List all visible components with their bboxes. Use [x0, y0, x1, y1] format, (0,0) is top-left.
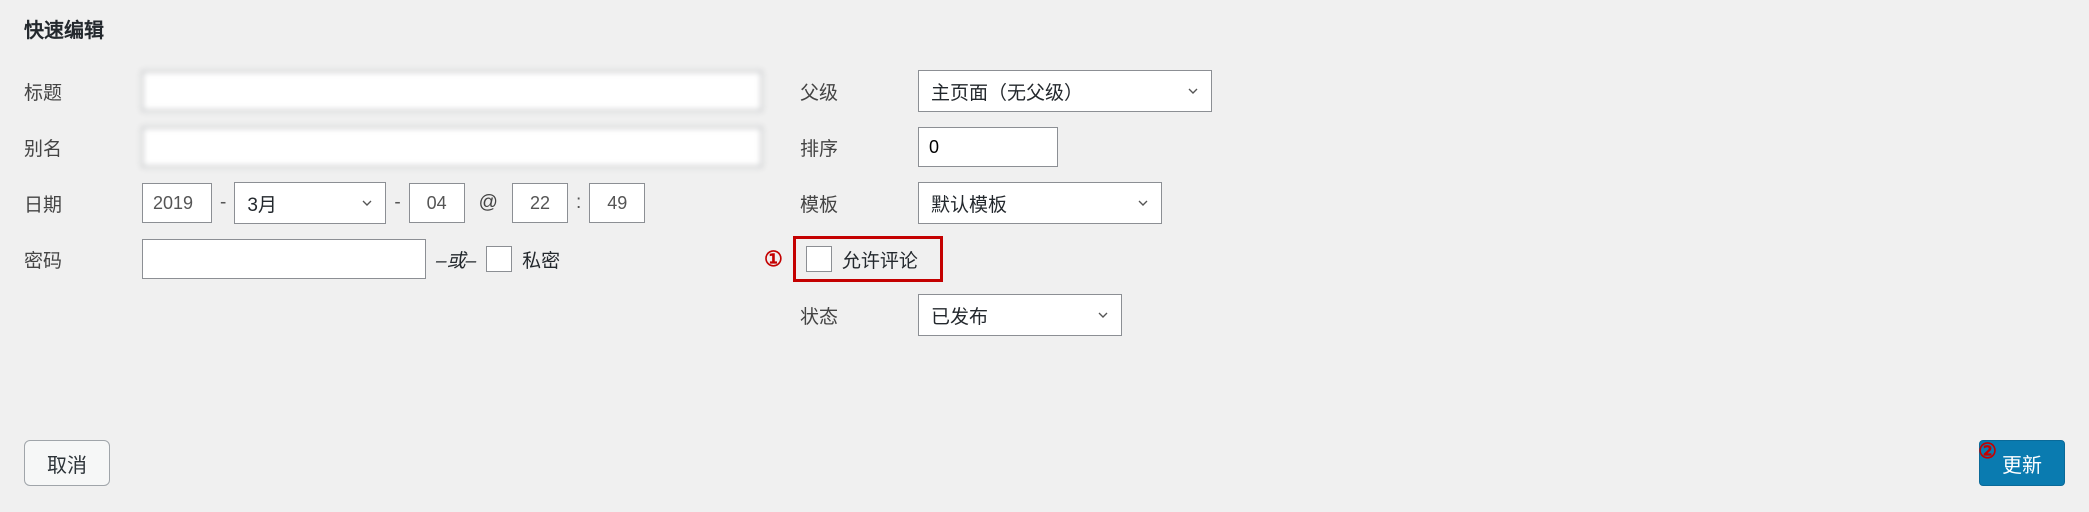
- row-template: 模板 默认模板: [800, 175, 1300, 231]
- cancel-button[interactable]: 取消: [24, 440, 110, 486]
- status-label: 状态: [800, 302, 918, 329]
- minute-input[interactable]: [589, 183, 645, 223]
- panel-heading: 快速编辑: [24, 14, 2065, 43]
- template-label: 模板: [800, 190, 918, 217]
- order-input[interactable]: [918, 127, 1058, 167]
- chevron-down-icon: [359, 195, 375, 211]
- status-value: 已发布: [931, 302, 988, 329]
- allow-comments-label: 允许评论: [842, 246, 918, 273]
- parent-select[interactable]: 主页面（无父级）: [918, 70, 1212, 112]
- at-symbol: @: [479, 192, 498, 214]
- password-label: 密码: [24, 246, 142, 273]
- month-value: 3月: [247, 190, 277, 217]
- private-checkbox[interactable]: [486, 246, 512, 272]
- colon: :: [576, 192, 581, 214]
- row-comments: ① 允许评论: [764, 231, 1300, 287]
- slug-input[interactable]: [142, 127, 762, 167]
- annotation-two: ②: [1978, 439, 1997, 464]
- chevron-down-icon: [1095, 307, 1111, 323]
- year-input[interactable]: [142, 183, 212, 223]
- left-column: 标题 别名 日期 - 3月 - @: [24, 63, 764, 343]
- title-label: 标题: [24, 78, 142, 105]
- dash-1: -: [220, 192, 226, 214]
- template-value: 默认模板: [931, 190, 1007, 217]
- form-columns: 标题 别名 日期 - 3月 - @: [24, 63, 2065, 343]
- chevron-down-icon: [1185, 83, 1201, 99]
- date-label: 日期: [24, 190, 142, 217]
- slug-label: 别名: [24, 134, 142, 161]
- day-input[interactable]: [409, 183, 465, 223]
- title-input[interactable]: [142, 71, 762, 111]
- row-slug: 别名: [24, 119, 764, 175]
- row-parent: 父级 主页面（无父级）: [800, 63, 1300, 119]
- footer: 取消 更新: [24, 440, 2065, 486]
- order-label: 排序: [800, 134, 918, 161]
- month-select[interactable]: 3月: [234, 182, 386, 224]
- highlight-box: 允许评论: [793, 236, 943, 282]
- annotation-one: ①: [764, 247, 783, 272]
- row-password: 密码 –或– 私密: [24, 231, 764, 287]
- row-date: 日期 - 3月 - @ :: [24, 175, 764, 231]
- row-order: 排序: [800, 119, 1300, 175]
- allow-comments-checkbox[interactable]: [806, 246, 832, 272]
- parent-label: 父级: [800, 78, 918, 105]
- parent-value: 主页面（无父级）: [931, 78, 1083, 105]
- row-title: 标题: [24, 63, 764, 119]
- row-status: 状态 已发布: [800, 287, 1300, 343]
- template-select[interactable]: 默认模板: [918, 182, 1162, 224]
- status-select[interactable]: 已发布: [918, 294, 1122, 336]
- private-label: 私密: [522, 246, 560, 273]
- password-input[interactable]: [142, 239, 426, 279]
- right-column: 父级 主页面（无父级） 排序 模板 默认模板: [800, 63, 1300, 343]
- dash-2: -: [394, 192, 400, 214]
- or-text: –或–: [436, 246, 476, 273]
- hour-input[interactable]: [512, 183, 568, 223]
- quick-edit-panel: 快速编辑 标题 别名 日期 - 3月: [0, 0, 2089, 512]
- chevron-down-icon: [1135, 195, 1151, 211]
